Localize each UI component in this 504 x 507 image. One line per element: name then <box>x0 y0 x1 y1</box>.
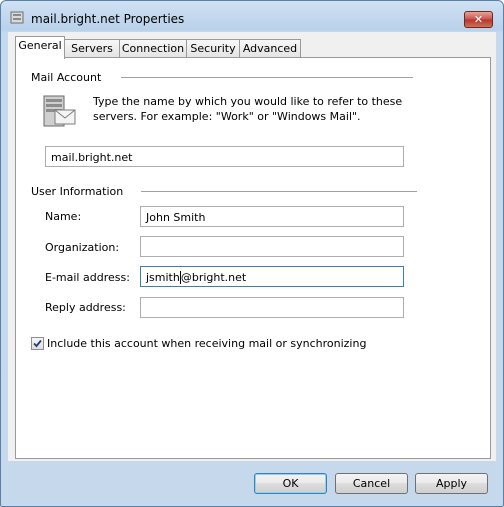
mail-account-divider <box>121 77 413 79</box>
close-button[interactable]: ✕ <box>464 11 493 28</box>
include-account-checkbox[interactable] <box>31 337 44 350</box>
tab-servers-label: Servers <box>71 42 113 55</box>
email-text-after-caret: @bright.net <box>180 271 247 284</box>
organization-label: Organization: <box>45 241 120 254</box>
server-window-icon <box>10 11 24 24</box>
properties-dialog: mail.bright.net Properties ✕ General Ser… <box>0 0 504 507</box>
ok-button[interactable]: OK <box>254 473 327 494</box>
organization-input[interactable] <box>140 236 404 257</box>
name-label: Name: <box>45 210 82 223</box>
mail-account-description: Type the name by which you would like to… <box>93 95 403 123</box>
tab-general-label: General <box>18 39 62 52</box>
close-icon: ✕ <box>473 13 484 26</box>
cancel-button[interactable]: Cancel <box>335 473 408 494</box>
tab-advanced[interactable]: Advanced <box>239 39 301 58</box>
tab-security[interactable]: Security <box>186 39 240 58</box>
name-input[interactable]: John Smith <box>140 206 404 227</box>
account-name-input[interactable]: mail.bright.net <box>45 146 404 167</box>
mail-account-heading: Mail Account <box>31 71 102 84</box>
window-title: mail.bright.net Properties <box>31 12 185 26</box>
email-text-before-caret: jsmith <box>146 271 180 284</box>
user-information-divider <box>141 191 417 193</box>
include-account-label: Include this account when receiving mail… <box>47 337 367 350</box>
tab-servers[interactable]: Servers <box>64 39 120 58</box>
checkmark-icon <box>33 339 42 348</box>
user-information-heading: User Information <box>31 185 124 198</box>
reply-address-label: Reply address: <box>45 301 126 314</box>
title-bar: mail.bright.net Properties ✕ <box>1 1 503 33</box>
tab-advanced-label: Advanced <box>242 42 298 55</box>
tab-security-label: Security <box>190 42 236 55</box>
tab-general[interactable]: General <box>15 36 65 59</box>
email-label: E-mail address: <box>45 271 130 284</box>
mail-server-icon <box>43 95 76 127</box>
tab-connection-label: Connection <box>121 42 185 55</box>
apply-button[interactable]: Apply <box>415 473 488 494</box>
reply-address-input[interactable] <box>140 297 404 318</box>
tab-connection[interactable]: Connection <box>119 39 187 58</box>
email-input[interactable]: jsmith@bright.net <box>140 266 404 287</box>
